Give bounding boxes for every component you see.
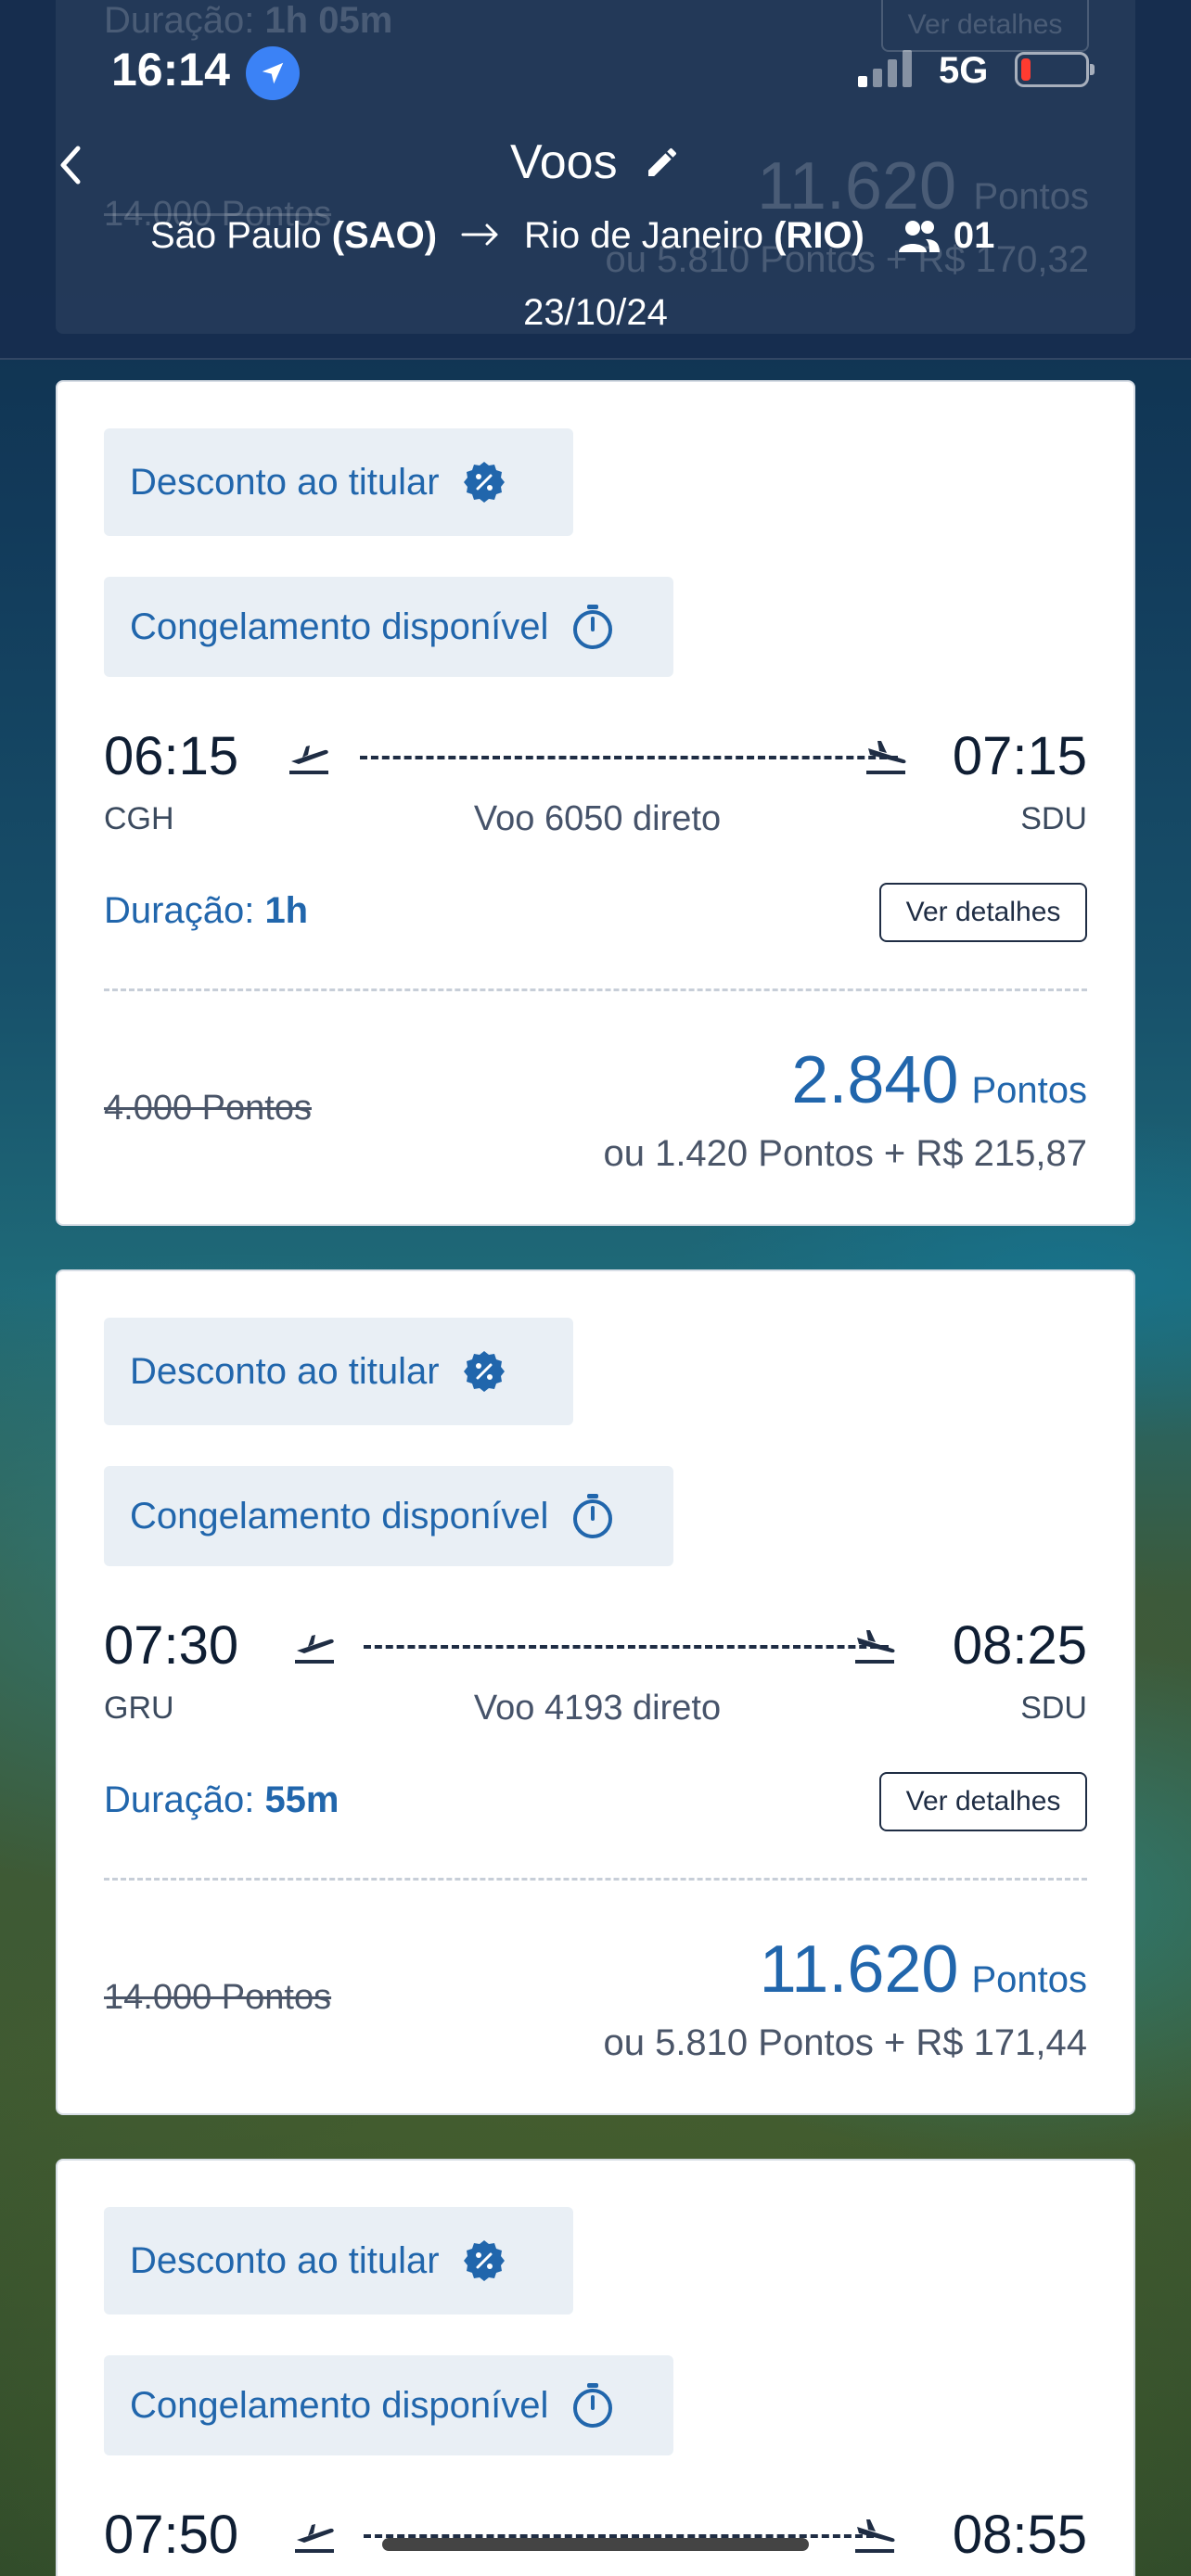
discount-percent-icon xyxy=(462,460,506,504)
price-unit: Pontos xyxy=(971,1070,1087,1111)
destination-city: Rio de Janeiro xyxy=(524,215,763,256)
flight-card[interactable]: Desconto ao titular Congelamento disponí… xyxy=(56,380,1135,1226)
original-price: 4.000 Pontos xyxy=(104,1089,312,1128)
divider xyxy=(104,1878,1087,1881)
duration: Duração: 1h xyxy=(104,890,308,932)
freeze-badge-label: Congelamento disponível xyxy=(130,2384,549,2426)
takeoff-icon xyxy=(293,2518,336,2559)
page-title-text: Voos xyxy=(509,135,618,189)
origin-city: São Paulo xyxy=(150,215,322,256)
stopwatch-icon xyxy=(570,603,615,651)
departure-time: 06:15 xyxy=(104,726,239,786)
travel-date: 23/10/24 xyxy=(523,292,668,333)
battery-icon xyxy=(1015,52,1095,87)
passenger-count-value: 01 xyxy=(953,215,995,256)
view-details-button[interactable]: Ver detalhes xyxy=(879,883,1087,942)
discount-percent-icon xyxy=(462,2238,506,2283)
arrow-right-icon xyxy=(461,215,500,257)
price-value: 11.620 xyxy=(759,1932,959,2007)
behind-details-button: Ver detalhes xyxy=(881,0,1089,52)
duration-label: Duração: xyxy=(104,890,255,931)
stopwatch-icon xyxy=(570,1492,615,1540)
location-arrow-icon xyxy=(246,46,300,100)
discount-badge-label: Desconto ao titular xyxy=(130,461,440,503)
flight-card[interactable]: Desconto ao titular Congelamento disponí… xyxy=(56,1269,1135,2115)
arrival-time: 08:55 xyxy=(952,2505,1087,2565)
duration-value: 55m xyxy=(264,1779,339,1820)
edit-pencil-icon[interactable] xyxy=(644,137,681,193)
departure-time: 07:30 xyxy=(104,1615,239,1676)
flight-card[interactable]: Desconto ao titular Congelamento disponí… xyxy=(56,2159,1135,2576)
cellular-signal-icon xyxy=(858,48,912,87)
takeoff-icon xyxy=(288,739,330,781)
freeze-badge: Congelamento disponível xyxy=(104,1466,673,1566)
page-title[interactable]: Voos xyxy=(0,134,1191,193)
network-type: 5G xyxy=(939,50,989,91)
status-time: 16:14 xyxy=(111,44,230,96)
behind-duration-label: Duração: xyxy=(104,0,255,41)
header: Duração: 1h 05m Ver detalhes 14.000 Pont… xyxy=(0,0,1191,360)
duration: Duração: 55m xyxy=(104,1779,339,1821)
discount-badge: Desconto ao titular xyxy=(104,2207,573,2315)
price-unit: Pontos xyxy=(971,1959,1087,2000)
passenger-count: 01 xyxy=(898,215,995,257)
price-value: 2.840 xyxy=(791,1043,959,1117)
flight-number: Voo 4193 direto xyxy=(473,1689,722,1728)
arrival-time: 07:15 xyxy=(952,726,1087,786)
origin-code: (SAO) xyxy=(331,215,438,256)
alternative-price: ou 5.810 Pontos + R$ 171,44 xyxy=(603,2022,1087,2063)
destination-airport: SDU xyxy=(1020,1690,1087,1726)
home-indicator[interactable] xyxy=(382,2538,809,2551)
behind-duration-value: 1h 05m xyxy=(264,0,393,41)
landing-icon xyxy=(853,2518,896,2559)
landing-icon xyxy=(864,739,907,781)
flight-path-line xyxy=(364,1645,889,1649)
destination-code: (RIO) xyxy=(774,215,864,256)
freeze-badge: Congelamento disponível xyxy=(104,577,673,677)
flight-number: Voo 6050 direto xyxy=(473,799,722,838)
divider xyxy=(104,988,1087,991)
alternative-price: ou 1.420 Pontos + R$ 215,87 xyxy=(603,1133,1087,1174)
discount-badge-label: Desconto ao titular xyxy=(130,2239,440,2281)
original-price: 14.000 Pontos xyxy=(104,1978,332,2017)
freeze-badge-label: Congelamento disponível xyxy=(130,1495,549,1537)
discount-badge-label: Desconto ao titular xyxy=(130,1350,440,1392)
route-summary: São Paulo (SAO) Rio de Janeiro (RIO) 01 xyxy=(150,215,994,257)
discount-badge: Desconto ao titular xyxy=(104,428,573,536)
duration-value: 1h xyxy=(264,890,309,931)
price: 11.620 Pontos xyxy=(760,1932,1087,2008)
view-details-button[interactable]: Ver detalhes xyxy=(879,1772,1087,1831)
landing-icon xyxy=(853,1628,896,1670)
passengers-icon xyxy=(898,220,940,252)
discount-badge: Desconto ao titular xyxy=(104,1318,573,1425)
arrival-time: 08:25 xyxy=(952,1615,1087,1676)
stopwatch-icon xyxy=(570,2381,615,2429)
destination-airport: SDU xyxy=(1020,801,1087,836)
flight-path-line xyxy=(360,756,898,759)
departure-time: 07:50 xyxy=(104,2505,239,2565)
price: 2.840 Pontos xyxy=(791,1042,1087,1118)
freeze-badge-label: Congelamento disponível xyxy=(130,606,549,647)
discount-percent-icon xyxy=(462,1349,506,1394)
freeze-badge: Congelamento disponível xyxy=(104,2355,673,2455)
takeoff-icon xyxy=(293,1628,336,1670)
duration-label: Duração: xyxy=(104,1779,255,1820)
